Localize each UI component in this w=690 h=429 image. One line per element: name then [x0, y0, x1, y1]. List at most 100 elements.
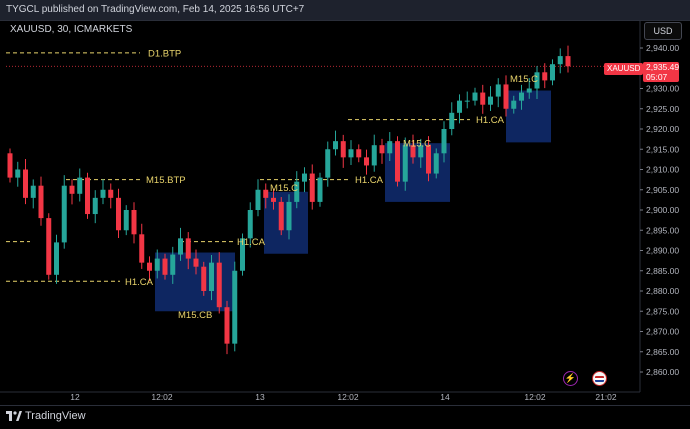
candle-body — [519, 92, 524, 101]
candle-body — [201, 266, 207, 291]
level-label: M15.C — [270, 183, 298, 194]
price-tick-label: 2,870.00 — [646, 327, 679, 337]
candle-body — [302, 173, 307, 182]
candle-body — [433, 153, 439, 174]
candle-body — [162, 258, 168, 275]
candle-body — [340, 141, 346, 158]
chart-frame: 2,940.002,935.002,930.002,925.002,920.00… — [0, 0, 690, 429]
price-chart[interactable]: 2,940.002,935.002,930.002,925.002,920.00… — [0, 0, 690, 428]
level-label: M15.C — [403, 139, 431, 150]
candle-body — [247, 210, 253, 239]
candle-body — [139, 234, 145, 263]
candle-body — [170, 254, 176, 275]
candle-body — [178, 238, 183, 255]
symbol-price-tag: XAUUSD — [604, 63, 644, 75]
candle-body — [15, 169, 21, 178]
candle-body — [92, 197, 98, 215]
candle-body — [325, 149, 331, 178]
candle-body — [224, 307, 230, 344]
currency-button[interactable]: USD — [644, 22, 682, 40]
candle-body — [100, 189, 106, 198]
price-tick-label: 2,895.00 — [646, 225, 679, 235]
candle-body — [364, 157, 369, 166]
us-flag-icon[interactable] — [592, 371, 607, 386]
candle-body — [30, 185, 36, 198]
candle-body — [108, 189, 114, 198]
demand-zone — [264, 191, 308, 254]
level-label: H1.CA — [476, 115, 505, 126]
candle-body — [441, 129, 447, 154]
candle-body — [116, 197, 121, 231]
candle-body — [503, 84, 509, 109]
candle-body — [38, 185, 44, 219]
candle-body — [123, 210, 129, 231]
level-label: M15.BTP — [146, 175, 186, 186]
tradingview-brand[interactable]: TradingView — [6, 410, 86, 422]
level-label: D1.BTP — [148, 48, 181, 59]
candle-body — [457, 100, 462, 113]
candle-body — [402, 145, 408, 182]
price-tick-label: 2,930.00 — [646, 84, 679, 94]
candle-body — [185, 238, 191, 259]
price-tick-label: 2,885.00 — [646, 266, 679, 276]
candle-body — [54, 242, 59, 275]
demand-zone — [506, 90, 551, 143]
candle-body — [387, 141, 393, 154]
price-tick-label: 2,900.00 — [646, 205, 679, 215]
candle-body — [271, 197, 276, 202]
price-tick-label: 2,875.00 — [646, 306, 679, 316]
time-axis: 12 12:02 13 12:02 14 12:02 21:02 — [0, 391, 640, 402]
candle-body — [232, 270, 238, 344]
candle-body — [449, 112, 455, 129]
candle-body — [550, 64, 555, 81]
candle-body — [480, 92, 486, 105]
level-label: M15.CB — [178, 310, 212, 321]
bar-countdown: 05:07 — [646, 72, 668, 82]
candle-body — [542, 72, 548, 81]
level-label: H1.CA — [125, 277, 154, 288]
candle-body — [77, 177, 83, 194]
candle-body — [557, 56, 563, 65]
tradingview-logo-icon — [6, 411, 22, 421]
candle-body — [216, 262, 222, 308]
last-price-tag: 2,935.49 05:07 — [643, 62, 679, 82]
price-tick-label: 2,915.00 — [646, 144, 679, 154]
candle-body — [565, 56, 571, 67]
level-label: H1.CA — [355, 175, 384, 186]
price-tick-label: 2,920.00 — [646, 124, 679, 134]
candle-body — [154, 258, 160, 271]
publish-info: TYGCL published on TradingView.com, Feb … — [6, 4, 305, 15]
candle-body — [395, 141, 400, 182]
candle-body — [131, 210, 137, 235]
lightning-icon[interactable]: ⚡ — [563, 371, 578, 386]
time-tick-label: 12 — [70, 392, 80, 402]
candle-body — [263, 189, 269, 198]
time-tick-label: 12:02 — [524, 392, 546, 402]
candle-body — [464, 100, 470, 102]
last-price: 2,935.49 — [646, 62, 680, 72]
candle-body — [46, 218, 52, 275]
time-tick-label: 12:02 — [151, 392, 173, 402]
candles-layer — [7, 45, 571, 355]
candle-body — [526, 88, 532, 93]
time-tick-label: 14 — [440, 392, 450, 402]
price-tick-label: 2,910.00 — [646, 165, 679, 175]
price-tick-label: 2,940.00 — [646, 43, 679, 53]
candle-body — [278, 201, 284, 231]
candle-body — [255, 189, 261, 210]
level-label: M15.C — [510, 74, 538, 85]
time-tick-label: 13 — [255, 392, 265, 402]
candle-body — [193, 258, 199, 267]
candle-body — [356, 149, 362, 158]
footer-bar — [0, 405, 690, 429]
candle-body — [7, 153, 13, 178]
brand-name: TradingView — [25, 410, 86, 422]
candle-body — [69, 185, 75, 194]
candle-body — [85, 177, 90, 215]
symbol-title[interactable]: XAUUSD, 30, ICMARKETS — [10, 24, 132, 35]
candle-body — [209, 262, 214, 291]
candle-body — [371, 145, 377, 166]
candle-body — [472, 92, 478, 101]
candle-body — [317, 177, 323, 202]
candle-body — [495, 84, 501, 97]
